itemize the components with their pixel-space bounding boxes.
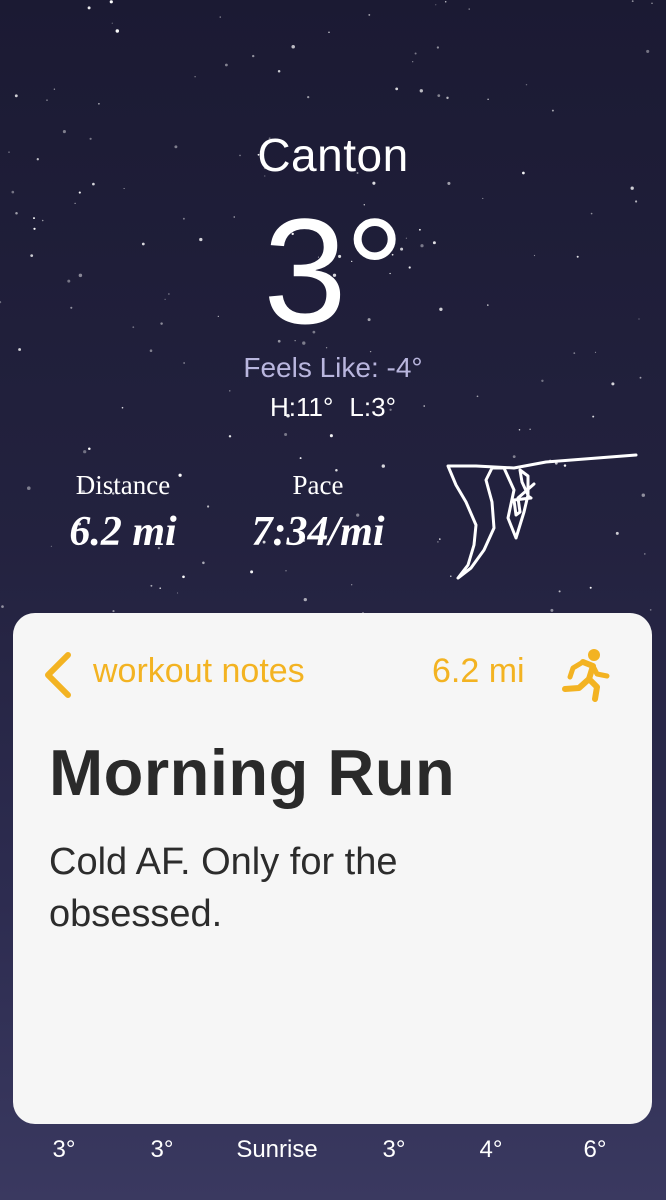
star <box>123 187 125 190</box>
star <box>631 0 634 3</box>
star <box>303 597 307 602</box>
star <box>194 76 196 78</box>
star <box>115 29 120 33</box>
star <box>27 486 31 490</box>
city-name: Canton <box>257 129 409 181</box>
star <box>646 49 650 53</box>
star <box>88 447 91 451</box>
pace-label: Pace <box>292 470 344 500</box>
star <box>368 13 371 16</box>
star <box>112 610 115 613</box>
star <box>92 182 95 186</box>
star <box>159 587 162 590</box>
star <box>436 46 440 49</box>
chevron-left-icon[interactable] <box>40 651 80 699</box>
star <box>551 109 554 112</box>
star <box>558 590 561 593</box>
star <box>299 457 302 460</box>
hourly-item-sunrise: Sunrise <box>236 1136 318 1163</box>
star <box>351 584 353 586</box>
workout-note-text: Cold AF. Only for the obsessed. <box>49 841 398 935</box>
hourly-item: 3° <box>52 1136 76 1163</box>
star <box>518 428 521 431</box>
star <box>46 99 48 101</box>
star <box>487 98 489 100</box>
star <box>98 102 100 105</box>
star <box>284 433 288 436</box>
star <box>437 94 441 97</box>
current-temperature: 3° <box>263 187 404 355</box>
low-temperature: L:3° <box>349 392 396 422</box>
feels-like-temperature: Feels Like: -4° <box>243 352 423 383</box>
star <box>250 570 254 574</box>
star <box>651 2 653 4</box>
star <box>182 575 185 579</box>
star <box>87 6 91 10</box>
star <box>228 435 232 438</box>
star <box>18 348 22 351</box>
star <box>444 1 447 3</box>
star <box>307 95 310 99</box>
star <box>225 63 228 67</box>
star <box>277 70 281 73</box>
hourly-item: 4° <box>479 1136 503 1163</box>
star <box>525 83 528 86</box>
running-person-icon <box>562 649 610 702</box>
star <box>202 561 205 565</box>
star <box>328 31 330 34</box>
star <box>252 54 255 58</box>
star <box>111 22 113 24</box>
star <box>550 608 554 612</box>
card-distance: 6.2 mi <box>432 652 525 690</box>
star <box>419 89 423 93</box>
high-temperature: H:11° <box>270 392 334 422</box>
star <box>412 61 414 63</box>
high-low-temperature: H:11° L:3° <box>0 392 666 423</box>
route-map-icon <box>446 453 638 580</box>
pace-value: 7:34/mi <box>251 509 385 555</box>
star <box>150 584 153 587</box>
star <box>381 464 385 468</box>
star <box>78 191 81 194</box>
star <box>53 88 56 90</box>
star <box>395 87 399 91</box>
star <box>83 450 87 454</box>
star <box>291 45 295 49</box>
star <box>446 96 449 100</box>
hourly-item: 6° <box>583 1136 607 1163</box>
star <box>630 186 634 190</box>
star <box>285 570 287 572</box>
star <box>372 181 376 185</box>
star <box>529 428 531 430</box>
distance-label: Distance <box>75 470 171 500</box>
star <box>109 0 113 4</box>
star <box>1 605 4 608</box>
hourly-item: 3° <box>150 1136 174 1163</box>
star <box>447 181 451 185</box>
star <box>468 8 470 10</box>
workout-title: Morning Run <box>49 736 456 809</box>
star <box>177 592 179 594</box>
star <box>11 190 15 194</box>
star <box>219 16 221 18</box>
distance-value: 6.2 mi <box>69 509 177 555</box>
star <box>649 609 652 611</box>
star <box>414 52 417 55</box>
hourly-item: 3° <box>382 1136 406 1163</box>
star <box>14 94 18 98</box>
star <box>435 4 437 6</box>
star <box>329 434 333 438</box>
workout-notes-back-link[interactable]: workout notes <box>93 652 305 691</box>
